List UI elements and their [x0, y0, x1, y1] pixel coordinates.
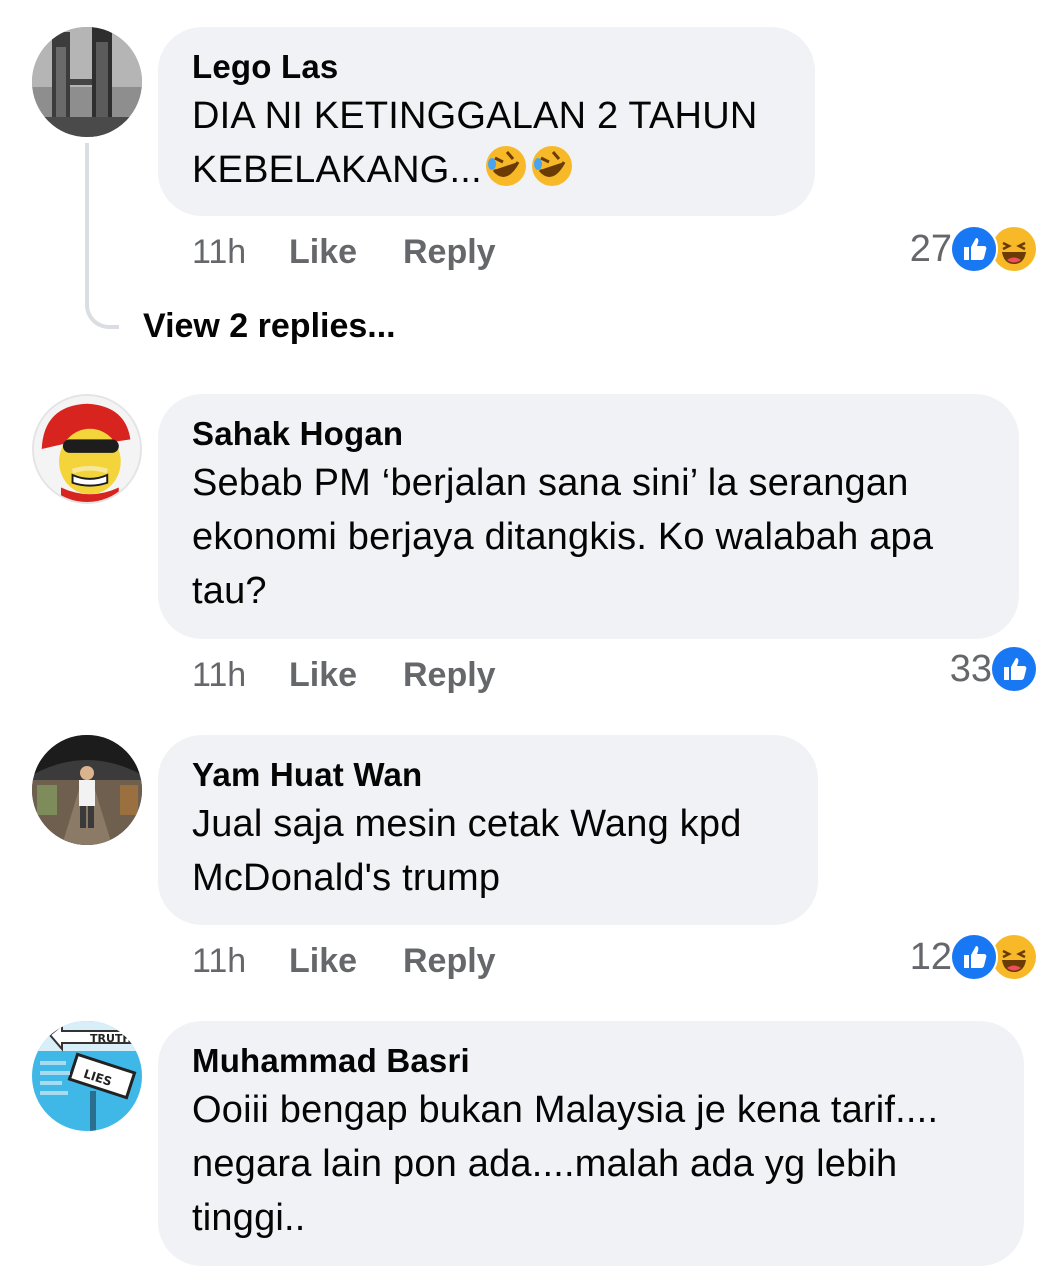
comment-text: Ooiii bengap bukan Malaysia je kena tari…	[192, 1089, 939, 1239]
comment-bubble: Muhammad Basri Ooiii bengap bukan Malays…	[158, 1021, 1024, 1266]
reaction-count: 12	[909, 935, 952, 978]
comment-author[interactable]: Sahak Hogan	[192, 416, 985, 452]
comment-author[interactable]: Muhammad Basri	[192, 1043, 990, 1079]
comment-author[interactable]: Yam Huat Wan	[192, 757, 784, 793]
reply-thread-line	[85, 143, 119, 329]
comment-time[interactable]: 11h	[192, 232, 246, 272]
reaction-count: 27	[909, 227, 952, 270]
reaction-summary[interactable]: 27	[909, 225, 1038, 273]
comment-time[interactable]: 11h	[192, 941, 246, 981]
like-icon	[950, 933, 998, 981]
avatar-lego-las[interactable]	[32, 27, 142, 137]
reaction-count: 33	[949, 647, 992, 690]
like-button[interactable]: Like	[289, 941, 357, 981]
reply-button[interactable]: Reply	[403, 941, 496, 981]
comment-bubble: Lego Las DIA NI KETINGGALAN 2 TAHUN KEBE…	[158, 27, 815, 216]
reply-button[interactable]: Reply	[403, 655, 496, 695]
reaction-summary[interactable]: 33	[949, 645, 1038, 693]
like-button[interactable]: Like	[289, 232, 357, 272]
reaction-summary[interactable]: 12	[909, 933, 1038, 981]
comment-bubble: Sahak Hogan Sebab PM ‘berjalan sana sini…	[158, 394, 1019, 639]
rolling-on-floor-laughing-icon	[530, 144, 574, 188]
comment-author[interactable]: Lego Las	[192, 49, 781, 85]
comment-text: DIA NI KETINGGALAN 2 TAHUN KEBELAKANG...	[192, 95, 758, 191]
like-button[interactable]: Like	[289, 655, 357, 695]
like-icon	[990, 645, 1038, 693]
reply-button[interactable]: Reply	[403, 232, 496, 272]
view-replies-link[interactable]: View 2 replies...	[143, 305, 396, 347]
avatar-muhammad-basri[interactable]: TRUTH LIES	[32, 1021, 142, 1131]
avatar-yam-huat-wan[interactable]	[32, 735, 142, 845]
comment-time[interactable]: 11h	[192, 655, 246, 695]
comment-bubble: Yam Huat Wan Jual saja mesin cetak Wang …	[158, 735, 818, 925]
avatar-sahak-hogan[interactable]	[32, 394, 142, 504]
like-icon	[950, 225, 998, 273]
rolling-on-floor-laughing-icon	[484, 144, 528, 188]
avatar-text: TRUTH	[90, 1032, 132, 1045]
comment-text: Jual saja mesin cetak Wang kpd McDonald'…	[192, 803, 742, 899]
comment-text: Sebab PM ‘berjalan sana sini’ la seranga…	[192, 462, 934, 612]
